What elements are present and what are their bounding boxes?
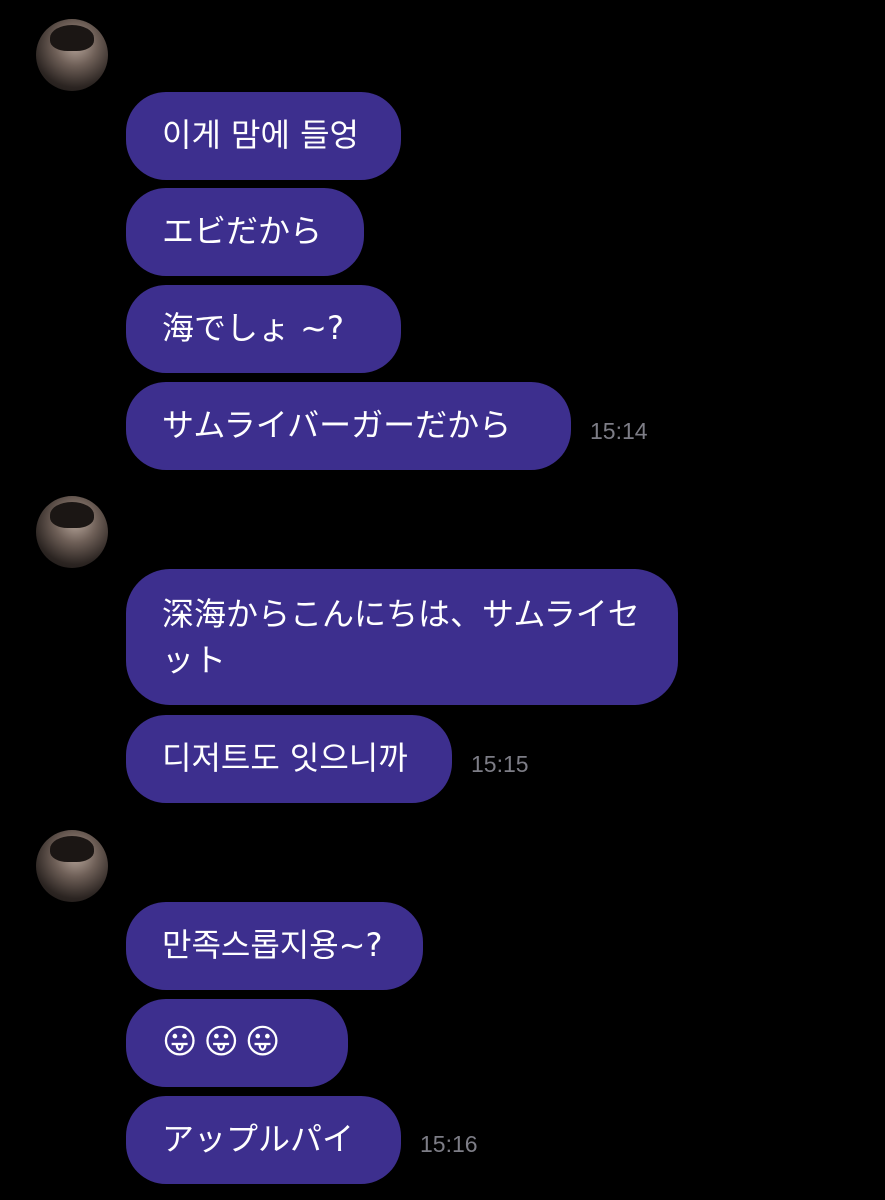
message-timestamp: 15:16 [420,1131,478,1157]
cat-badge-icon: 🐱 [132,853,156,878]
message-bubble[interactable]: 海でしょ ~? [126,285,401,373]
message-bubble[interactable]: 이게 맘에 들엉 [126,92,401,180]
message-bubble[interactable]: エビだから [126,188,364,276]
message-bubble[interactable]: 디저트도 잇으니까 [126,715,452,803]
sender-avatar[interactable] [36,496,108,568]
cat-badge-icon: 🐱 [132,43,156,68]
message-bubble[interactable]: 😛😛😛 [126,999,348,1087]
message-bubble[interactable]: アップルパイ [126,1096,401,1184]
message-bubble[interactable]: 深海からこんにちは、サムライセット [126,569,678,705]
sender-avatar[interactable] [36,830,108,902]
message-timestamp: 15:14 [590,418,648,444]
message-bubble[interactable]: 만족스롭지용~? [126,902,423,990]
sender-avatar[interactable] [36,19,108,91]
message-timestamp: 15:15 [471,751,529,777]
cat-badge-icon: 🐱 [132,520,156,545]
message-bubble[interactable]: サムライバーガーだから [126,382,571,470]
